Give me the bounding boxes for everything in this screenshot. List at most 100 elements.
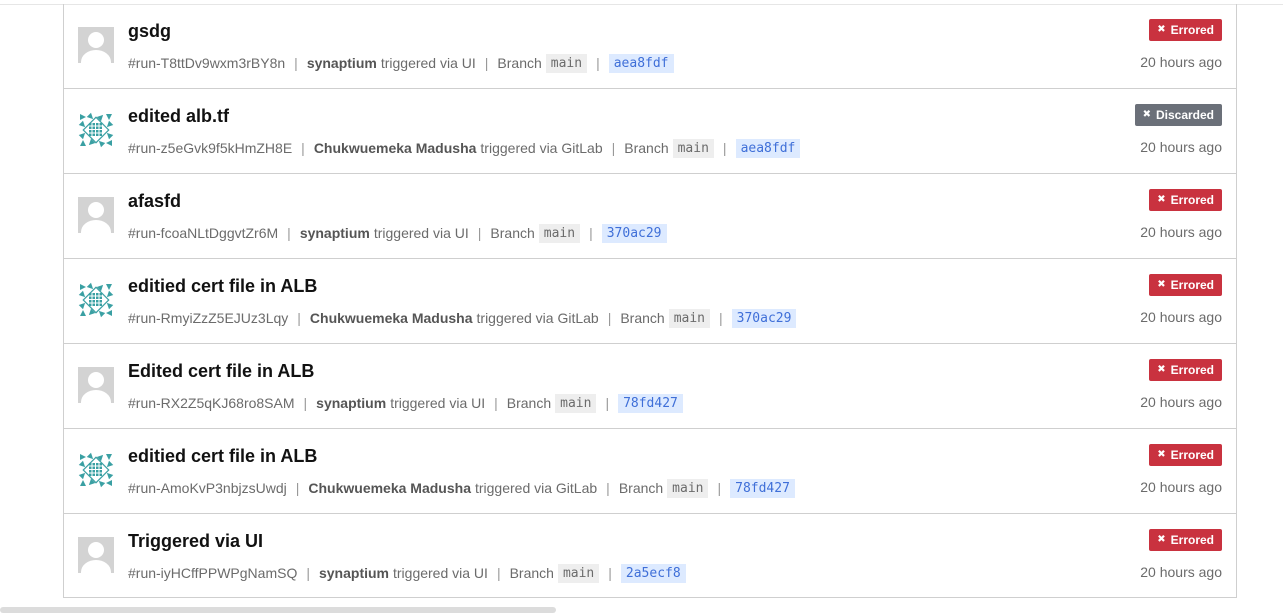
run-time: 20 hours ago (1140, 54, 1222, 70)
branch-name: main (538, 223, 581, 243)
run-title[interactable]: gsdg (128, 21, 171, 42)
separator: | (306, 565, 310, 581)
run-title[interactable]: editied cert file in ALB (128, 446, 317, 467)
status-label: Errored (1170, 278, 1214, 292)
run-id[interactable]: #run-iyHCffPPWPgNamSQ (128, 565, 297, 581)
horizontal-scrollbar[interactable] (0, 607, 556, 613)
x-icon: ✖ (1157, 364, 1166, 375)
run-trigger: triggered via UI (373, 225, 469, 241)
default-avatar-icon (78, 197, 114, 233)
status-label: Errored (1170, 193, 1214, 207)
run-title[interactable]: Edited cert file in ALB (128, 361, 314, 382)
status-badge: ✖ Errored (1149, 359, 1222, 381)
branch-name: main (545, 53, 588, 73)
separator: | (484, 55, 489, 71)
branch-name: main (557, 563, 600, 583)
separator: | (589, 225, 593, 241)
commit-link[interactable]: aea8fdf (735, 138, 801, 158)
x-icon: ✖ (1142, 109, 1151, 120)
run-title[interactable]: edited alb.tf (128, 106, 229, 127)
run-user: Chukwuemeka Madusha (308, 480, 471, 496)
separator: | (301, 140, 305, 156)
run-trigger: triggered via UI (390, 395, 486, 411)
run-row[interactable]: Triggered via UI #run-iyHCffPPWPgNamSQ |… (64, 514, 1236, 599)
run-trigger: triggered via UI (380, 55, 476, 71)
default-avatar-icon (78, 537, 114, 573)
run-row[interactable]: editied cert file in ALB #run-RmyiZzZ5EJ… (64, 259, 1236, 344)
branch-name: main (672, 138, 714, 158)
separator: | (477, 225, 482, 241)
status-label: Errored (1170, 23, 1214, 37)
status-label: Discarded (1155, 108, 1214, 122)
separator: | (608, 565, 612, 581)
separator: | (494, 395, 498, 411)
identicon-avatar-icon (78, 452, 114, 488)
run-id[interactable]: #run-T8ttDv9wxm3rBY8n (128, 55, 285, 71)
x-icon: ✖ (1157, 449, 1166, 460)
branch-label: Branch (618, 480, 664, 496)
separator: | (596, 55, 600, 71)
run-user: synaptium (318, 565, 389, 581)
run-meta: #run-fcoaNLtDggvtZr6M | synaptium trigge… (128, 222, 667, 244)
run-time: 20 hours ago (1140, 309, 1222, 325)
run-id[interactable]: #run-RmyiZzZ5EJUz3Lqy (128, 310, 288, 326)
x-icon: ✖ (1157, 534, 1166, 545)
branch-label: Branch (509, 565, 554, 581)
commit-link[interactable]: 370ac29 (601, 223, 667, 243)
branch-label: Branch (497, 55, 542, 71)
separator: | (611, 140, 616, 156)
separator: | (297, 310, 301, 326)
commit-link[interactable]: aea8fdf (608, 53, 674, 73)
commit-link[interactable]: 78fd427 (618, 393, 683, 413)
commit-link[interactable]: 2a5ecf8 (620, 563, 686, 583)
run-id[interactable]: #run-RX2Z5qKJ68ro8SAM (128, 395, 295, 411)
identicon-avatar-icon (78, 282, 114, 318)
run-user: Chukwuemeka Madusha (313, 140, 477, 156)
run-row[interactable]: afasfd #run-fcoaNLtDggvtZr6M | synaptium… (64, 174, 1236, 259)
status-badge: ✖ Errored (1149, 189, 1222, 211)
run-meta: #run-RX2Z5qKJ68ro8SAM | synaptium trigge… (128, 392, 683, 414)
commit-link[interactable]: 78fd427 (730, 478, 795, 498)
status-label: Errored (1170, 448, 1214, 462)
status-badge: ✖ Errored (1149, 274, 1222, 296)
x-icon: ✖ (1157, 24, 1166, 35)
commit-link[interactable]: 370ac29 (731, 308, 797, 328)
branch-label: Branch (490, 225, 535, 241)
run-time: 20 hours ago (1140, 394, 1222, 410)
run-id[interactable]: #run-fcoaNLtDggvtZr6M (128, 225, 278, 241)
run-id[interactable]: #run-z5eGvk9f5kHmZH8E (128, 140, 292, 156)
separator: | (303, 395, 308, 411)
run-meta: #run-T8ttDv9wxm3rBY8n | synaptium trigge… (128, 52, 674, 74)
run-title[interactable]: afasfd (128, 191, 181, 212)
run-id[interactable]: #run-AmoKvP3nbjzsUwdj (128, 480, 287, 496)
status-label: Errored (1170, 363, 1214, 377)
status-badge: ✖ Errored (1149, 19, 1222, 41)
run-user: synaptium (299, 225, 370, 241)
run-time: 20 hours ago (1140, 139, 1222, 155)
run-row[interactable]: Edited cert file in ALB #run-RX2Z5qKJ68r… (64, 344, 1236, 429)
run-row[interactable]: editied cert file in ALB #run-AmoKvP3nbj… (64, 429, 1236, 514)
branch-label: Branch (624, 140, 669, 156)
run-row[interactable]: edited alb.tf #run-z5eGvk9f5kHmZH8E | Ch… (64, 89, 1236, 174)
run-user: synaptium (316, 395, 387, 411)
separator: | (606, 480, 610, 496)
run-title[interactable]: editied cert file in ALB (128, 276, 317, 297)
run-time: 20 hours ago (1140, 479, 1222, 495)
run-trigger: triggered via GitLab (480, 140, 603, 156)
run-row[interactable]: gsdg #run-T8ttDv9wxm3rBY8n | synaptium t… (64, 4, 1236, 89)
separator: | (605, 395, 610, 411)
run-meta: #run-z5eGvk9f5kHmZH8E | Chukwuemeka Madu… (128, 137, 801, 159)
run-user: synaptium (306, 55, 377, 71)
branch-name: main (555, 393, 597, 413)
separator: | (719, 310, 723, 326)
separator: | (287, 225, 291, 241)
run-title[interactable]: Triggered via UI (128, 531, 263, 552)
branch-name: main (667, 478, 709, 498)
run-time: 20 hours ago (1140, 564, 1222, 580)
separator: | (717, 480, 722, 496)
run-time: 20 hours ago (1140, 224, 1222, 240)
branch-label: Branch (506, 395, 552, 411)
default-avatar-icon (78, 367, 114, 403)
status-badge: ✖ Errored (1149, 529, 1222, 551)
run-list: gsdg #run-T8ttDv9wxm3rBY8n | synaptium t… (63, 4, 1237, 598)
